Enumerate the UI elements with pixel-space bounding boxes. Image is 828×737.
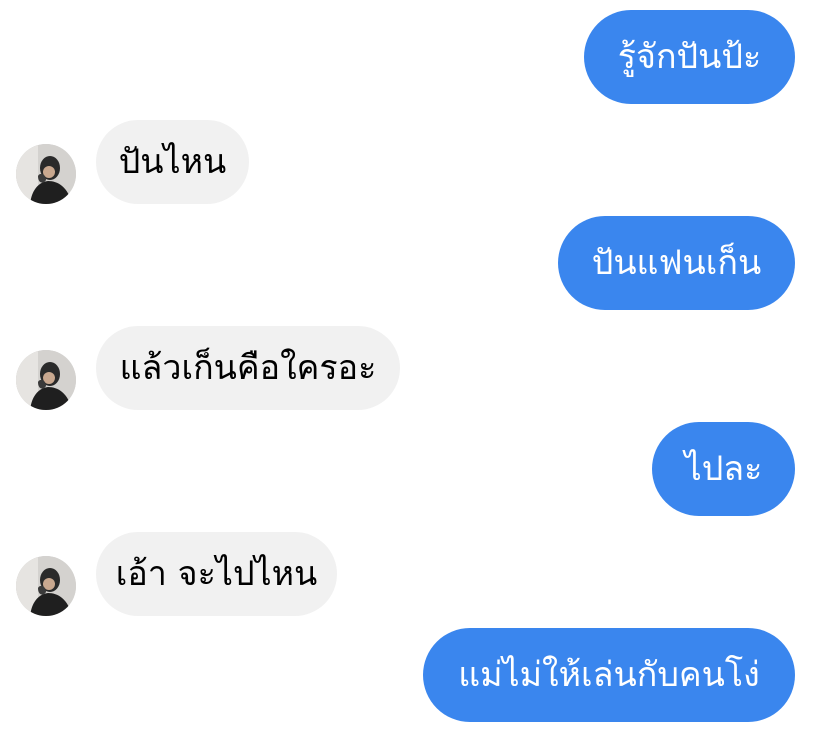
message-text: เอ้า จะไปไหน xyxy=(115,554,318,594)
message-row-outgoing: รู้จักปันป้ะ xyxy=(0,10,828,104)
outgoing-message-bubble[interactable]: ไปละ xyxy=(652,422,795,516)
contact-avatar-icon xyxy=(16,350,76,410)
message-row-incoming: เอ้า จะไปไหน xyxy=(0,532,828,616)
message-row-outgoing: แม่ไม่ให้เล่นกับคนโง่ xyxy=(0,628,828,722)
contact-avatar[interactable] xyxy=(16,556,76,616)
message-row-outgoing: ไปละ xyxy=(0,422,828,516)
message-text: ปันไหน xyxy=(118,142,227,182)
message-text: รู้จักปันป้ะ xyxy=(617,37,762,77)
incoming-message-bubble[interactable]: แล้วเก็นคือใครอะ xyxy=(96,326,400,410)
message-row-outgoing: ปันแฟนเก็น xyxy=(0,216,828,310)
outgoing-message-bubble[interactable]: ปันแฟนเก็น xyxy=(558,216,795,310)
message-row-incoming: ปันไหน xyxy=(0,120,828,204)
chat-thread: รู้จักปันป้ะ ปันไหน ปันแฟนเก็น แล้วเก็นค… xyxy=(0,0,828,737)
outgoing-message-bubble[interactable]: แม่ไม่ให้เล่นกับคนโง่ xyxy=(423,628,795,722)
message-text: ปันแฟนเก็น xyxy=(591,243,762,283)
contact-avatar-icon xyxy=(16,556,76,616)
message-row-incoming: แล้วเก็นคือใครอะ xyxy=(0,326,828,410)
message-text: แม่ไม่ให้เล่นกับคนโง่ xyxy=(458,655,760,695)
message-text: แล้วเก็นคือใครอะ xyxy=(119,348,377,388)
contact-avatar[interactable] xyxy=(16,144,76,204)
contact-avatar[interactable] xyxy=(16,350,76,410)
message-text: ไปละ xyxy=(684,449,763,489)
incoming-message-bubble[interactable]: ปันไหน xyxy=(96,120,249,204)
outgoing-message-bubble[interactable]: รู้จักปันป้ะ xyxy=(584,10,795,104)
contact-avatar-icon xyxy=(16,144,76,204)
incoming-message-bubble[interactable]: เอ้า จะไปไหน xyxy=(96,532,337,616)
